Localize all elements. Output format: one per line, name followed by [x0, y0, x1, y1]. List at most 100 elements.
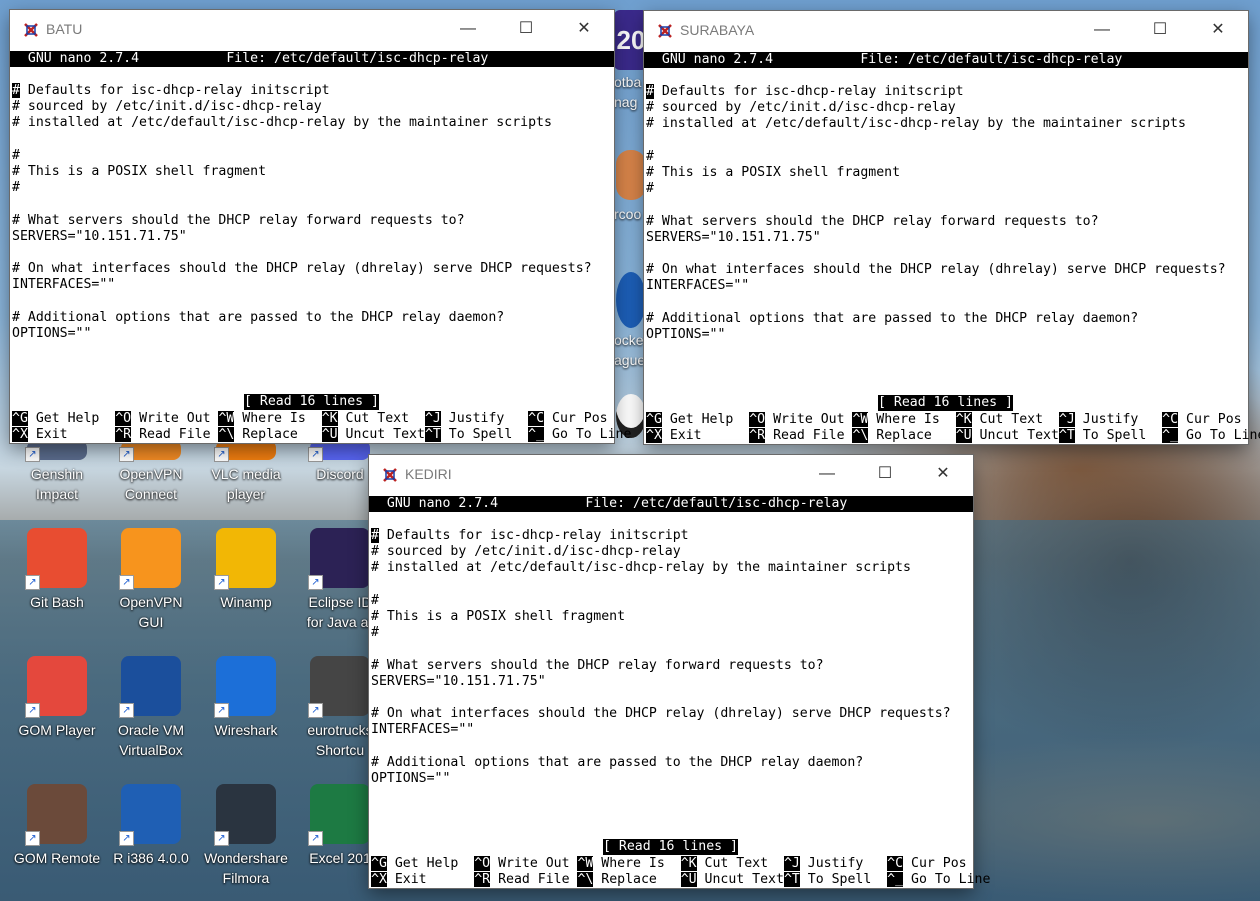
shortcut-arrow-icon: ↗: [25, 831, 40, 846]
maximize-button[interactable]: ☐: [856, 455, 914, 493]
nano-file-content[interactable]: # Defaults for isc-dhcp-relay initscript…: [369, 528, 973, 787]
titlebar[interactable]: BATU — ☐ ✕: [10, 10, 614, 48]
shortcut-uncut-text[interactable]: ^U Uncut Text: [955, 428, 1059, 443]
shortcut-cur-pos[interactable]: ^C Cur Pos: [1162, 412, 1242, 427]
desktop-icon-openvpn-gui[interactable]: ↗ OpenVPN GUI: [104, 528, 198, 632]
shortcut-arrow-icon: ↗: [119, 575, 134, 590]
window-surabaya[interactable]: SURABAYA — ☐ ✕ GNU nano 2.7.4 File: /etc…: [644, 11, 1260, 444]
shortcut-justify[interactable]: ^J Justify: [1058, 412, 1162, 427]
desktop-icon-git-bash[interactable]: ↗ Git Bash: [10, 528, 104, 612]
nano-file-content[interactable]: # Defaults for isc-dhcp-relay initscript…: [644, 84, 1248, 343]
titlebar[interactable]: KEDIRI — ☐ ✕: [369, 455, 973, 493]
desktop-icon-filmora[interactable]: ↗ Wondershare Filmora: [199, 784, 293, 888]
minimize-button[interactable]: —: [1073, 11, 1131, 49]
desktop-icon-virtualbox[interactable]: ↗ Oracle VM VirtualBox: [104, 656, 198, 760]
close-button[interactable]: ✕: [914, 455, 972, 493]
shortcut-exit[interactable]: ^X Exit: [371, 872, 474, 887]
shortcut-label: Get Help: [661, 412, 750, 427]
app-icon-20[interactable]: 20: [614, 10, 648, 70]
shortcut-read-file[interactable]: ^R Read File: [115, 427, 218, 442]
shortcut-cut-text[interactable]: ^K Cut Text: [955, 412, 1059, 427]
terminal-area[interactable]: GNU nano 2.7.4 File: /etc/default/isc-dh…: [644, 49, 1260, 444]
minimize-button[interactable]: —: [798, 455, 856, 493]
shortcut-uncut-text[interactable]: ^U Uncut Text: [321, 427, 425, 442]
maximize-button[interactable]: ☐: [497, 10, 555, 48]
shortcut-where-is[interactable]: ^W Where Is: [218, 411, 321, 426]
shortcut-read-file[interactable]: ^R Read File: [474, 872, 577, 887]
shortcut-cur-pos[interactable]: ^C Cur Pos: [887, 856, 967, 871]
shortcut-cur-pos[interactable]: ^C Cur Pos: [528, 411, 608, 426]
close-button[interactable]: ✕: [1189, 11, 1247, 49]
shortcut-get-help[interactable]: ^G Get Help: [371, 856, 474, 871]
shortcut-key: ^T: [783, 872, 800, 887]
shortcut-label: Replace: [868, 428, 956, 443]
shortcut-to-spell[interactable]: ^T To Spell: [783, 872, 888, 887]
shortcut-to-spell[interactable]: ^T To Spell: [1058, 428, 1162, 443]
desktop-icon-vlc[interactable]: ↗ VLC media player: [199, 440, 293, 504]
window-kediri[interactable]: KEDIRI — ☐ ✕ GNU nano 2.7.4 File: /etc/d…: [369, 455, 990, 888]
shortcut-get-help[interactable]: ^G Get Help: [12, 411, 115, 426]
shortcut-justify[interactable]: ^J Justify: [783, 856, 887, 871]
shortcut-label: Write Out: [765, 412, 853, 427]
shortcut-to-spell[interactable]: ^T To Spell: [424, 427, 528, 442]
shortcut-replace[interactable]: ^\ Replace: [218, 427, 321, 442]
shortcut-key: ^J: [783, 856, 800, 871]
terminal-area[interactable]: GNU nano 2.7.4 File: /etc/default/isc-dh…: [369, 493, 990, 888]
shortcut-get-help[interactable]: ^G Get Help: [646, 412, 749, 427]
shortcut-go-to-line[interactable]: ^_ Go To Line: [1162, 428, 1260, 443]
shortcut-exit[interactable]: ^X Exit: [646, 428, 749, 443]
maximize-button[interactable]: ☐: [1131, 11, 1189, 49]
close-button[interactable]: ✕: [555, 10, 613, 48]
shortcut-key: ^K: [321, 411, 338, 426]
peek-label-0: 20: [616, 25, 646, 55]
shortcut-where-is[interactable]: ^W Where Is: [577, 856, 680, 871]
terminal-area[interactable]: GNU nano 2.7.4 File: /etc/default/isc-dh…: [10, 48, 631, 443]
shortcut-uncut-text[interactable]: ^U Uncut Text: [680, 872, 784, 887]
nano-shortcut-bar: ^X Exit ^R Read File ^\ Replace ^U Uncut…: [371, 872, 990, 888]
shortcut-write-out[interactable]: ^O Write Out: [115, 411, 218, 426]
nano-file-content[interactable]: # Defaults for isc-dhcp-relay initscript…: [10, 83, 614, 342]
minimize-button[interactable]: —: [439, 10, 497, 48]
shortcut-label: Write Out: [490, 856, 578, 871]
shortcut-label: Exit: [386, 872, 475, 887]
peek-icon-column: 20 otba nag rcoo ocke ague: [612, 10, 648, 440]
shortcut-write-out[interactable]: ^O Write Out: [474, 856, 577, 871]
shortcut-cut-text[interactable]: ^K Cut Text: [680, 856, 784, 871]
filmora-icon: ↗: [214, 784, 276, 846]
shortcut-key: ^C: [887, 856, 904, 871]
shortcut-read-file[interactable]: ^R Read File: [749, 428, 852, 443]
shortcut-where-is[interactable]: ^W Where Is: [852, 412, 955, 427]
shortcut-label: Cur Pos: [1178, 412, 1242, 427]
peek-label-4: ocke: [614, 332, 644, 348]
text-cursor: #: [371, 528, 379, 543]
overcooked-icon[interactable]: [616, 150, 646, 200]
shortcut-write-out[interactable]: ^O Write Out: [749, 412, 852, 427]
shortcut-replace[interactable]: ^\ Replace: [577, 872, 680, 887]
shortcut-go-to-line[interactable]: ^_ Go To Line: [528, 427, 631, 442]
shortcut-justify[interactable]: ^J Justify: [424, 411, 528, 426]
shortcut-key: ^\: [218, 427, 235, 442]
desktop-icon-openvpn-connect[interactable]: ↗ OpenVPN Connect: [104, 440, 198, 504]
shortcut-arrow-icon: ↗: [308, 831, 323, 846]
desktop-icon-label: Git Bash: [30, 594, 84, 610]
shortcut-go-to-line[interactable]: ^_ Go To Line: [887, 872, 990, 887]
shortcut-label: To Spell: [799, 872, 888, 887]
shortcut-cut-text[interactable]: ^K Cut Text: [321, 411, 425, 426]
desktop-icon-genshin[interactable]: ↗ Genshin Impact: [10, 440, 104, 504]
shortcut-exit[interactable]: ^X Exit: [12, 427, 115, 442]
window-batu[interactable]: BATU — ☐ ✕ GNU nano 2.7.4 File: /etc/def…: [10, 10, 631, 443]
titlebar[interactable]: SURABAYA — ☐ ✕: [644, 11, 1248, 49]
virtualbox-icon: ↗: [119, 656, 181, 718]
desktop-icon-winamp[interactable]: ↗ Winamp: [199, 528, 293, 612]
shortcut-arrow-icon: ↗: [25, 575, 40, 590]
desktop-icon-r[interactable]: ↗ R i386 4.0.0: [104, 784, 198, 868]
desktop-icon-gom-remote[interactable]: ↗ GOM Remote: [10, 784, 104, 868]
shortcut-key: ^_: [1162, 428, 1179, 443]
shortcut-label: Get Help: [386, 856, 475, 871]
shortcut-replace[interactable]: ^\ Replace: [852, 428, 955, 443]
shortcut-label: Exit: [27, 427, 116, 442]
putty-icon: [23, 22, 39, 38]
desktop-icon-wireshark[interactable]: ↗ Wireshark: [199, 656, 293, 740]
rocket-league-icon[interactable]: [616, 272, 646, 328]
desktop-icon-gom-player[interactable]: ↗ GOM Player: [10, 656, 104, 740]
